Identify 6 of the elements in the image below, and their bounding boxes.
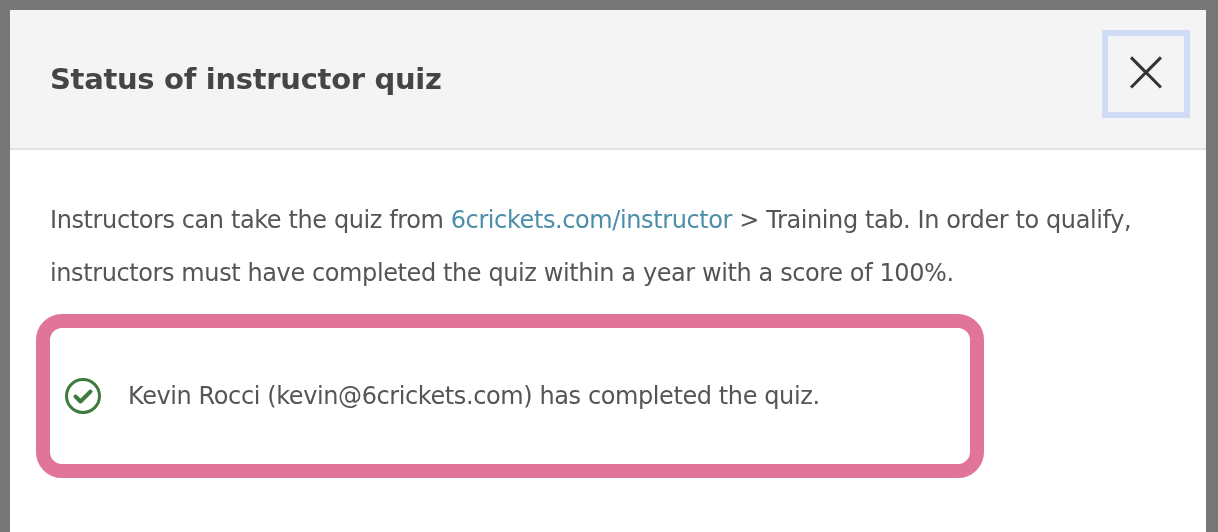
dialog-title: Status of instructor quiz xyxy=(50,62,442,96)
status-message: Kevin Rocci (kevin@6crickets.com) has completed the quiz. xyxy=(128,382,820,410)
check-circle-icon xyxy=(64,377,102,415)
instructions-text: Instructors can take the quiz from 6crickets.com/instructor > Training tab. In order to qualify, instructors must have completed the quiz within a year with a score of 100%. xyxy=(50,205,1133,289)
instructor-link[interactable]: 6crickets.com/instructor xyxy=(450,206,733,234)
close-button[interactable]: × xyxy=(1102,30,1190,118)
